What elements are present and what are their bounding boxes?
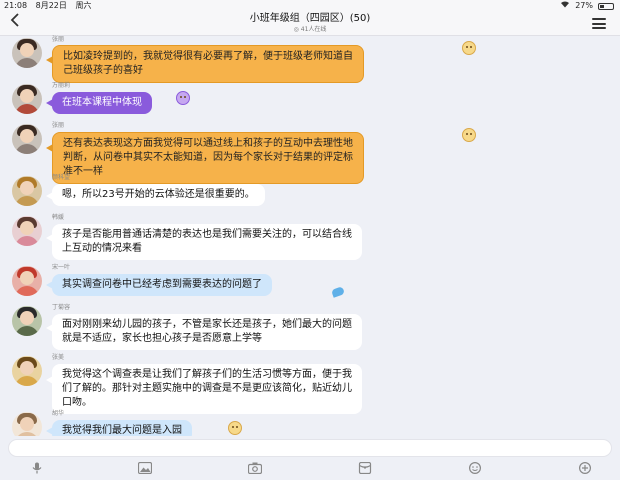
- status-weekday: 周六: [75, 1, 92, 10]
- message-bubble[interactable]: 面对刚刚来幼儿园的孩子，不管是家长还是孩子，她们最大的问题 就是不适应，家长也担…: [52, 314, 362, 350]
- message-line: 我觉得这个调查表是让我们了解孩子们的生活习惯等方面，便于我: [62, 369, 352, 380]
- avatar[interactable]: [12, 216, 42, 246]
- message-line: 孩子是否能用普通话清楚的表达也是我们需要关注的，可以结合线: [62, 229, 352, 240]
- message-line: 在班本课程中体现: [62, 97, 142, 108]
- avatar[interactable]: [12, 84, 42, 114]
- sender-name: 颜科望: [52, 174, 71, 181]
- battery-icon: [598, 3, 614, 10]
- input-bar: [0, 436, 620, 458]
- message-line: 己班级孩子的喜好: [63, 65, 143, 76]
- status-left: 21:08 8月22日 周六: [4, 0, 97, 12]
- sender-name: 丁菊容: [52, 304, 71, 311]
- emoji-sticker-icon: [228, 421, 242, 435]
- message-bubble[interactable]: 在班本课程中体现: [52, 92, 152, 114]
- message-line: 还有表达表现这方面我觉得可以通过线上和孩子的互动中去理性地: [63, 138, 353, 149]
- status-date: 8月22日: [35, 1, 67, 10]
- message-line: 们了解的。那针对主题实施中的调查是不是更应该简化，贴近幼儿: [62, 383, 352, 394]
- sender-name: 韩媛: [52, 214, 65, 221]
- message-line: 比如凌玲提到的，我就觉得很有必要再了解，便于班级老师知道自: [63, 51, 353, 62]
- message-bubble[interactable]: 还有表达表现这方面我觉得可以通过线上和孩子的互动中去理性地 判断，从问卷中其实不…: [52, 132, 364, 184]
- online-count: ◎ 41人在线: [0, 26, 620, 34]
- message-line: 嗯，所以23号开始的云体验还是很重要的。: [62, 189, 255, 200]
- chat-title: 小班年级组（四园区）(50): [249, 13, 371, 24]
- message-line: 准不一样: [63, 166, 103, 177]
- message-input[interactable]: [8, 439, 612, 457]
- chat-header: 小班年级组（四园区）(50) ◎ 41人在线: [0, 12, 620, 36]
- input-toolbar: [0, 458, 620, 480]
- sender-name: 宋一叶: [52, 264, 71, 271]
- status-bar: 21:08 8月22日 周六 27%: [0, 0, 620, 12]
- avatar[interactable]: [12, 306, 42, 336]
- message-bubble[interactable]: 孩子是否能用普通话清楚的表达也是我们需要关注的，可以结合线 上互动的情况来看: [52, 224, 362, 260]
- avatar[interactable]: [12, 266, 42, 296]
- plus-icon[interactable]: [578, 462, 592, 474]
- message-line: 面对刚刚来幼儿园的孩子，不管是家长还是孩子，她们最大的问题: [62, 319, 352, 330]
- sender-name: 张丽: [52, 122, 65, 129]
- wifi-icon: [560, 0, 570, 12]
- status-right: 27%: [560, 0, 614, 12]
- microphone-icon[interactable]: [30, 462, 44, 474]
- avatar[interactable]: [12, 38, 42, 68]
- message-line: 其实调查问卷中已经考虑到需要表达的问题了: [62, 279, 262, 290]
- message-line: 上互动的情况来看: [62, 243, 142, 254]
- bird-sticker-icon: [330, 286, 346, 298]
- status-time: 21:08: [4, 1, 28, 10]
- sender-name: 万丽莉: [52, 82, 71, 89]
- message-bubble[interactable]: 嗯，所以23号开始的云体验还是很重要的。: [52, 184, 265, 206]
- sender-name: 张丽: [52, 36, 65, 43]
- picture-icon[interactable]: [138, 462, 152, 474]
- avatar[interactable]: [12, 124, 42, 154]
- lion-sticker-icon: [462, 41, 476, 55]
- person-icon: ◎: [293, 26, 301, 33]
- message-line: 口吻。: [62, 397, 92, 408]
- message-line: 就是不适应，家长也担心孩子是否愿意上学等: [62, 333, 262, 344]
- avatar[interactable]: [12, 356, 42, 386]
- battery-fill: [600, 5, 604, 8]
- lion-sticker-icon: [462, 128, 476, 142]
- message-line: 判断，从问卷中其实不太能知道，因为每个家长对于结果的评定标: [63, 152, 353, 163]
- message-bubble[interactable]: 比如凌玲提到的，我就觉得很有必要再了解，便于班级老师知道自 己班级孩子的喜好: [52, 45, 364, 83]
- menu-icon[interactable]: [592, 18, 606, 29]
- message-bubble[interactable]: 其实调查问卷中已经考虑到需要表达的问题了: [52, 274, 272, 296]
- sender-name: 张美: [52, 354, 65, 361]
- message-bubble[interactable]: 我觉得这个调查表是让我们了解孩子们的生活习惯等方面，便于我 们了解的。那针对主题…: [52, 364, 362, 414]
- online-count-text: 41人在线: [300, 26, 327, 33]
- avatar[interactable]: [12, 176, 42, 206]
- sender-name: 胡华: [52, 410, 65, 417]
- battery-percent: 27%: [575, 1, 593, 10]
- camera-icon[interactable]: [248, 462, 262, 474]
- red-envelope-icon[interactable]: [358, 462, 372, 474]
- emoji-icon[interactable]: [468, 462, 482, 474]
- message-list[interactable]: 张丽 比如凌玲提到的，我就觉得很有必要再了解，便于班级老师知道自 己班级孩子的喜…: [0, 36, 620, 442]
- sparkle-icon: [176, 91, 190, 105]
